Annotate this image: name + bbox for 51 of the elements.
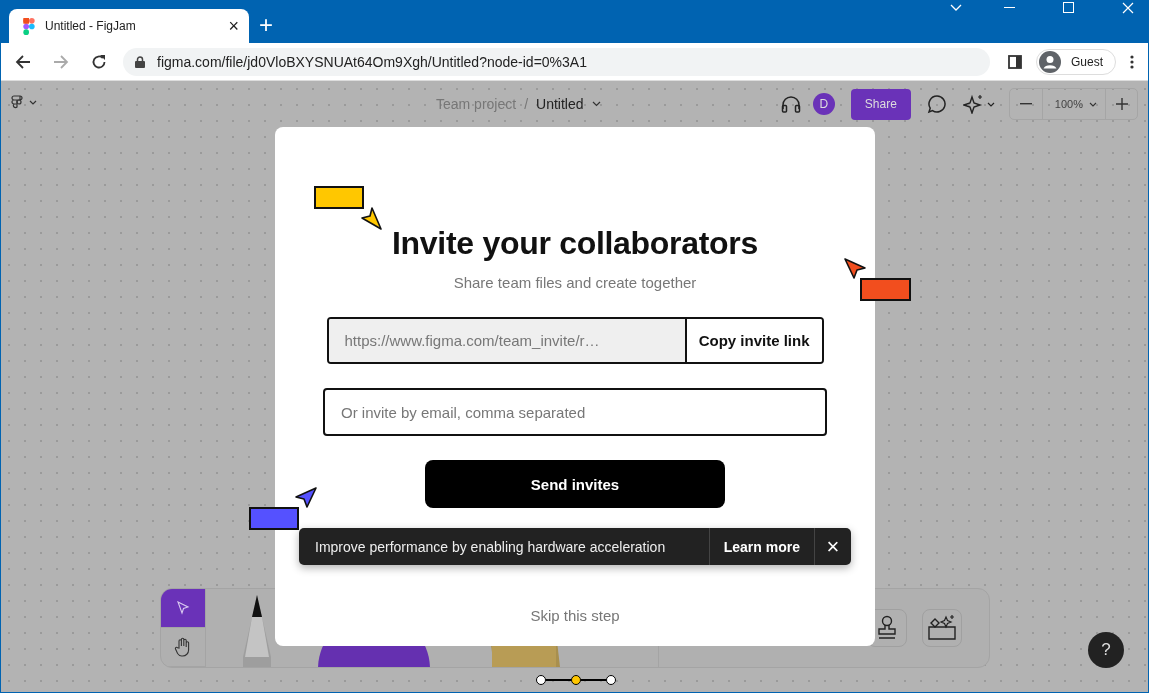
learn-more-button[interactable]: Learn more	[708, 528, 815, 565]
help-button[interactable]: ?	[1088, 632, 1124, 668]
lock-icon	[135, 55, 145, 68]
share-button[interactable]: Share	[850, 88, 911, 120]
minimize-icon[interactable]	[1004, 6, 1015, 9]
invite-link-field[interactable]: https://www.figma.com/team_invite/r…	[328, 319, 687, 362]
select-tool-button[interactable]	[161, 589, 205, 628]
headphones-icon[interactable]	[780, 95, 801, 113]
close-tab-button[interactable]: ×	[228, 17, 239, 35]
step-dot[interactable]	[536, 675, 546, 685]
send-invites-button[interactable]: Send invites	[425, 460, 725, 508]
skip-link[interactable]: Skip this step	[530, 607, 620, 624]
person-icon	[1039, 50, 1061, 73]
toast-message: Improve performance by enabling hardware acceleration	[314, 538, 667, 555]
close-toast-button[interactable]: ×	[815, 528, 851, 565]
step-dot[interactable]	[571, 675, 581, 685]
maximize-icon[interactable]	[1063, 2, 1074, 13]
widget-icon	[927, 614, 957, 642]
breadcrumb-separator: /	[524, 96, 529, 112]
email-input-field[interactable]: Or invite by email, comma separated	[323, 388, 827, 436]
browser-tab[interactable]: Untitled - FigJam ×	[9, 9, 249, 43]
cursor-drawing	[842, 256, 912, 302]
cursor-drawing	[314, 186, 384, 232]
comment-icon[interactable]	[926, 94, 947, 114]
dialog-subtitle: Share team files and create together	[453, 274, 697, 291]
pointer-icon	[176, 601, 190, 615]
plus-icon	[1115, 98, 1128, 110]
minus-icon	[1019, 103, 1032, 105]
stamp-icon	[876, 615, 898, 641]
new-tab-button[interactable]: +	[259, 12, 273, 37]
file-name[interactable]: Untitled	[536, 96, 584, 112]
chevron-down-icon[interactable]	[1089, 101, 1097, 107]
profile-name: Guest	[1071, 54, 1103, 69]
cursor-drawing	[249, 485, 319, 531]
user-avatar[interactable]: D	[812, 93, 835, 115]
widget-tool-button[interactable]	[922, 609, 962, 647]
close-icon[interactable]	[1122, 1, 1134, 14]
chevron-down-icon[interactable]	[591, 101, 601, 107]
figma-logo-icon	[23, 17, 35, 35]
more-menu-icon[interactable]	[1130, 54, 1134, 69]
back-arrow-icon[interactable]	[15, 53, 31, 70]
address-bar[interactable]: figma.com/file/jd0VloBXYSNUAt64Om9Xgh/Untitled?node-id=0%3A1	[123, 47, 990, 76]
figma-menu-icon[interactable]	[11, 95, 37, 109]
sparkle-icon[interactable]	[962, 94, 997, 114]
side-panel-icon[interactable]	[1008, 54, 1022, 69]
tab-title: Untitled - FigJam	[45, 19, 137, 33]
reload-icon[interactable]	[91, 53, 107, 70]
hand-icon	[174, 637, 192, 657]
step-dot[interactable]	[606, 675, 616, 685]
dialog-title: Invite your collaborators	[392, 225, 758, 262]
url-text: figma.com/file/jd0VloBXYSNUAt64Om9Xgh/Untitled?node-id=0%3A1	[157, 53, 587, 70]
